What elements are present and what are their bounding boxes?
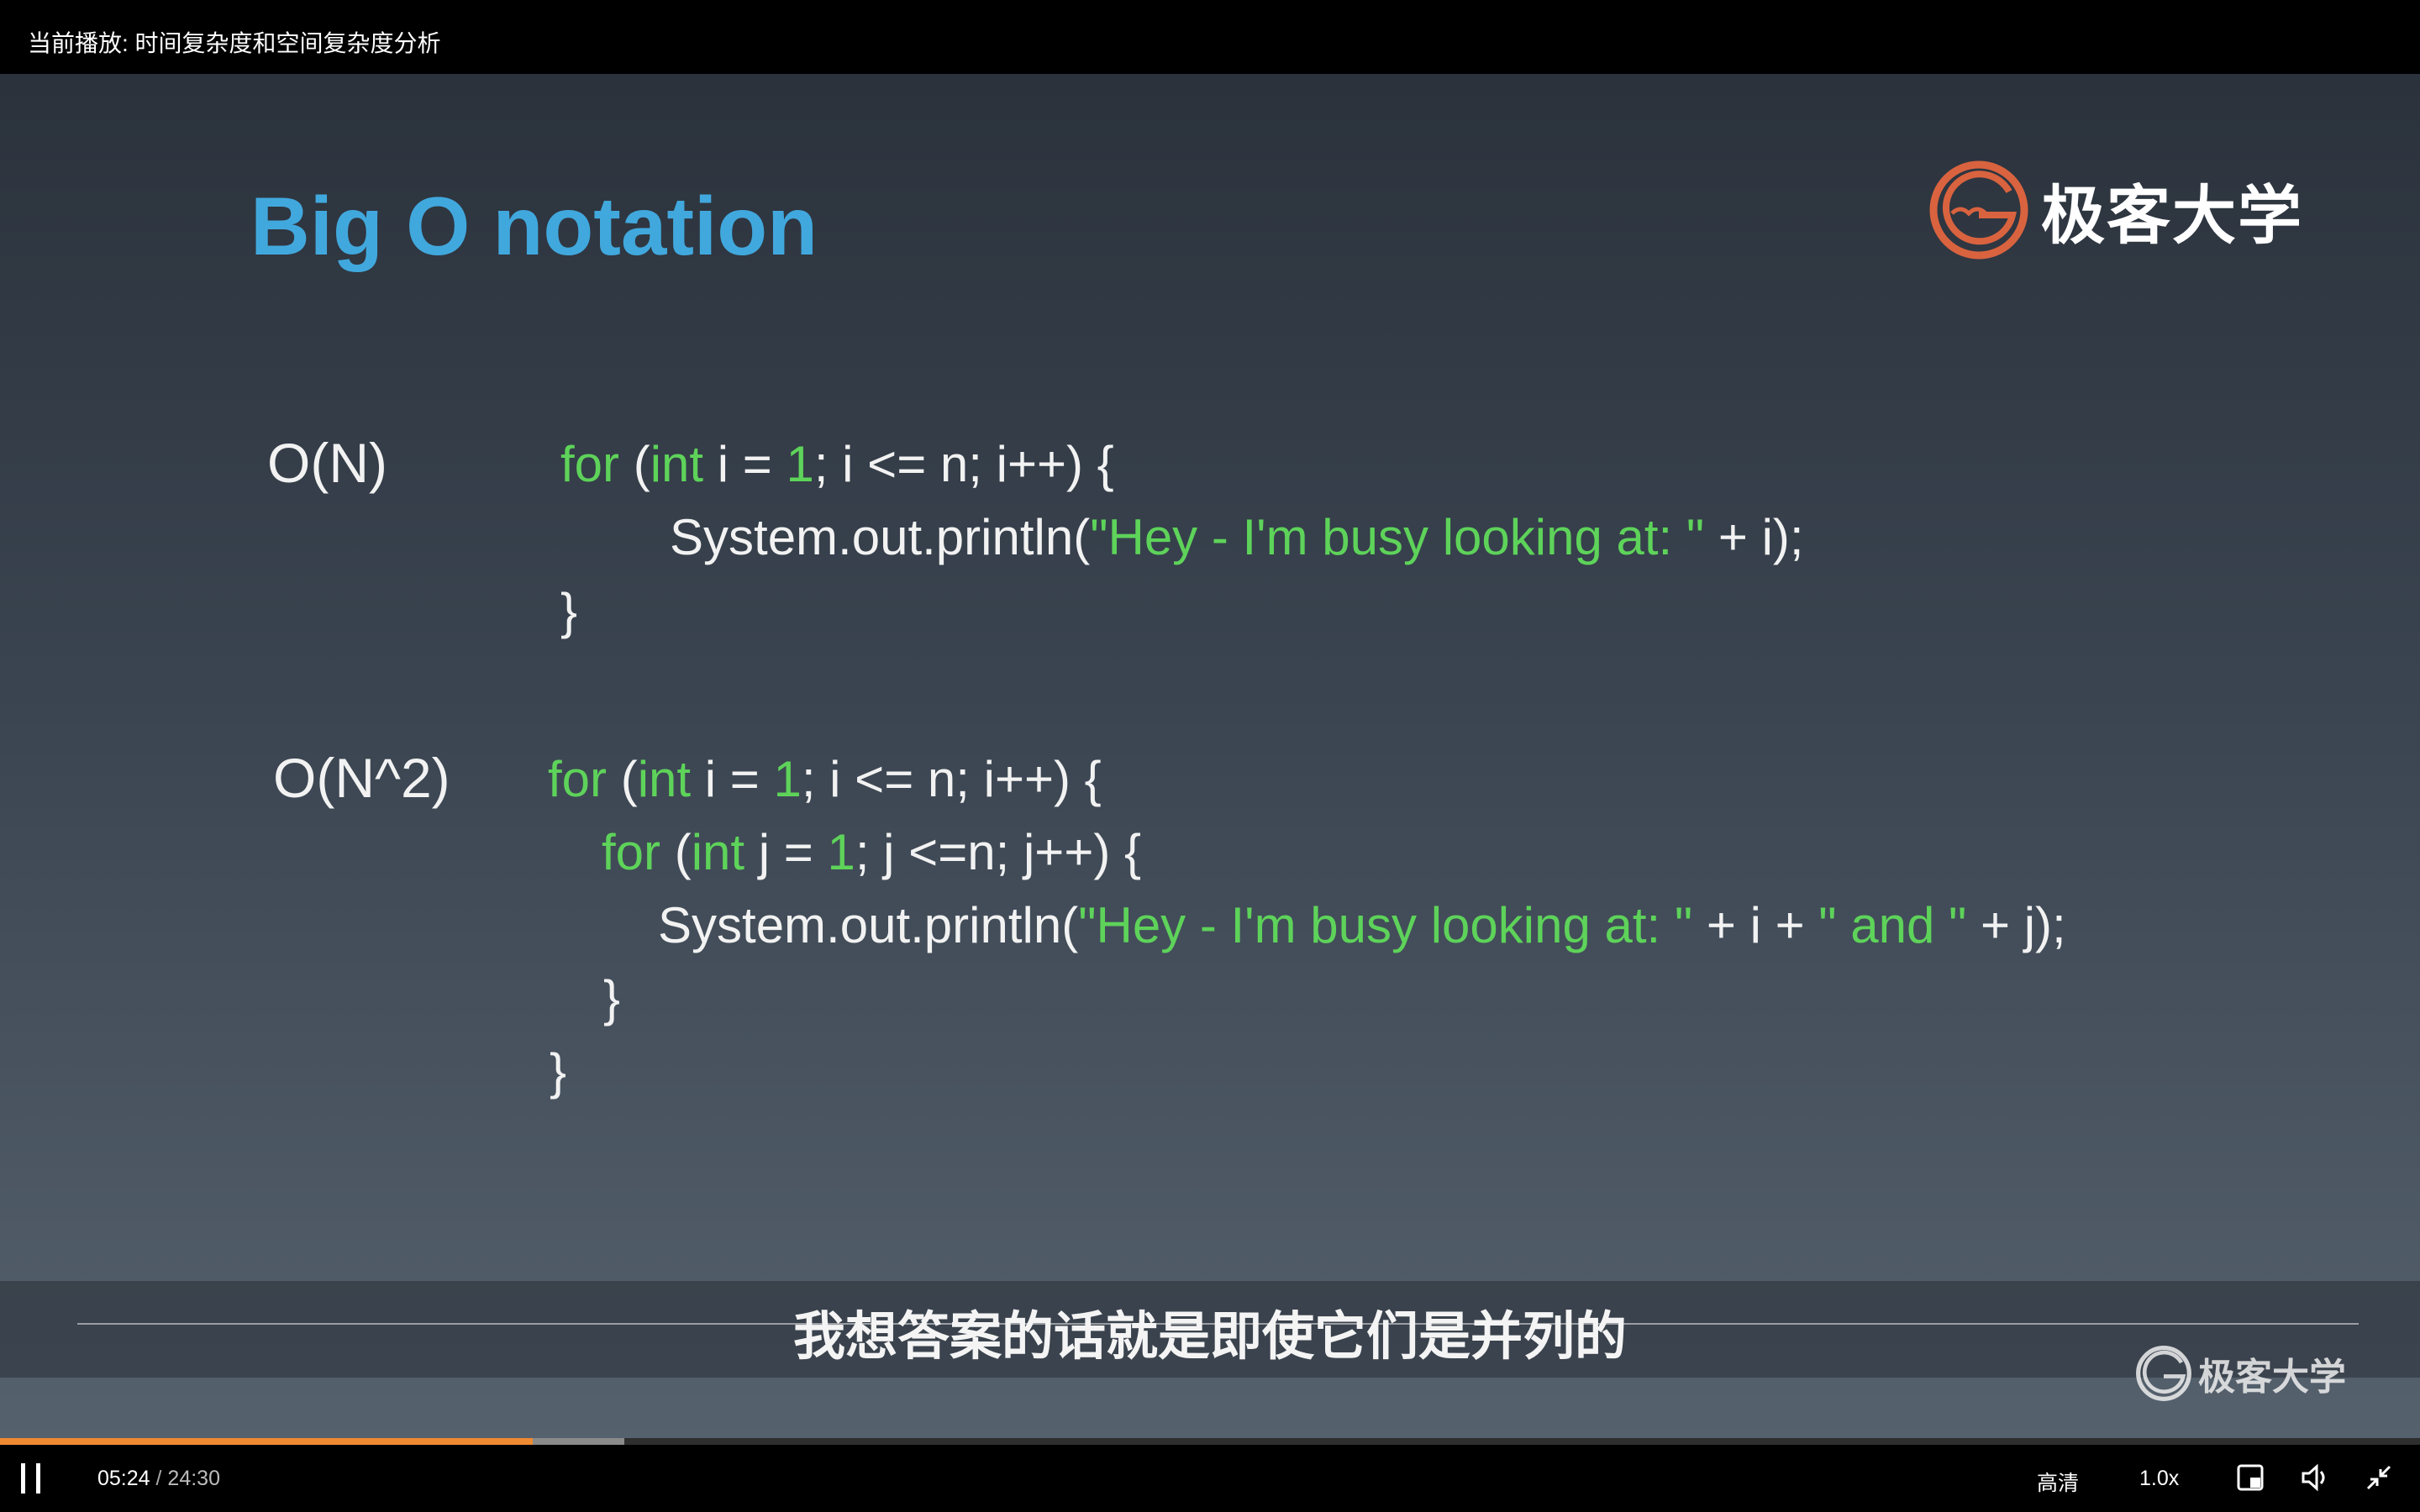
slide-title: Big O notation (250, 180, 818, 272)
code-token: } (550, 1043, 567, 1100)
code-line: for (int j = 1; j <=n; j++) { (602, 823, 1141, 881)
pip-button[interactable] (2237, 1463, 2265, 1498)
code-token: + j); (1966, 897, 2066, 953)
code-token: + i + (1692, 897, 1819, 953)
picture-in-picture-icon (2237, 1464, 2264, 1491)
code-token: 1 (773, 751, 802, 807)
code-token: i = (691, 751, 774, 807)
code-line: System.out.println("Hey - I'm busy looki… (658, 896, 2066, 954)
watermark: 极客大学 (2134, 1344, 2346, 1403)
time-separator: / (155, 1467, 162, 1490)
code-token: j = (744, 824, 828, 880)
code-token: int (691, 824, 745, 880)
code-token: for (560, 436, 620, 492)
speed-button[interactable]: 1.0x (2139, 1467, 2179, 1491)
code-line: } (560, 582, 577, 640)
code-token: 1 (786, 436, 814, 492)
code-line: for (int i = 1; i <= n; i++) { (548, 750, 1102, 808)
volume-icon (2302, 1463, 2325, 1492)
code-token: } (560, 583, 578, 639)
duration: 24:30 (167, 1467, 220, 1490)
code-line: } (603, 969, 620, 1027)
code-token: for (548, 751, 608, 807)
code-token: ; i <= n; i++) { (813, 436, 1114, 492)
complexity-label-on2: O(N^2) (273, 747, 450, 809)
watermark-text: 极客大学 (2198, 1357, 2346, 1398)
watermark-logo-icon (2136, 1346, 2191, 1401)
code-line: for (int i = 1; i <= n; i++) { (560, 435, 1114, 493)
code-token: 1 (827, 824, 855, 880)
code-token: ; j <=n; j++) { (855, 824, 1142, 880)
volume-button[interactable] (2301, 1463, 2329, 1498)
code-line: System.out.println("Hey - I'm busy looki… (670, 508, 1804, 566)
code-token: ; i <= n; i++) { (801, 751, 1102, 807)
quality-button[interactable]: 高清 (2037, 1467, 2079, 1497)
code-token: for (602, 824, 661, 880)
logo-text: 极客大学 (2041, 181, 2303, 252)
code-token: ( (607, 751, 638, 807)
code-token: "Hey - I'm busy looking at: " (1078, 897, 1693, 953)
code-token: ( (619, 436, 650, 492)
code-token: "Hey - I'm busy looking at: " (1090, 509, 1705, 565)
exit-fullscreen-button[interactable] (2365, 1463, 2393, 1498)
code-token: + i); (1704, 509, 1804, 565)
exit-fullscreen-icon (2366, 1465, 2391, 1490)
pause-icon (21, 1463, 40, 1494)
player-controls: 05:24 / 24:30 高清 1.0x (0, 1445, 2420, 1512)
video-area[interactable]: Big O notation 极客大学 O(N) for (int i = 1;… (0, 74, 2420, 1438)
code-line: } (550, 1042, 566, 1100)
code-token: System.out.println( (658, 897, 1079, 953)
pause-button[interactable] (18, 1462, 44, 1501)
code-token: i = (703, 436, 786, 492)
code-token: } (603, 970, 621, 1026)
top-bar: 当前播放: 时间复杂度和空间复杂度分析 (0, 0, 2420, 74)
subtitle-text: 我想答案的话就是即使它们是并列的 (792, 1308, 1627, 1366)
now-playing-title: 当前播放: 时间复杂度和空间复杂度分析 (28, 30, 441, 56)
current-time: 05:24 (97, 1467, 150, 1490)
g-logo-icon (1929, 160, 2028, 260)
progress-bar[interactable] (0, 1438, 2420, 1445)
code-token: int (650, 436, 704, 492)
code-token: ( (660, 824, 692, 880)
code-token: " and " (1818, 897, 1967, 953)
code-token: int (637, 751, 692, 807)
complexity-label-on: O(N) (267, 432, 387, 494)
played-bar (0, 1438, 533, 1445)
code-token: System.out.println( (670, 509, 1091, 565)
geekbang-logo: 极客大学 (1928, 160, 2303, 260)
